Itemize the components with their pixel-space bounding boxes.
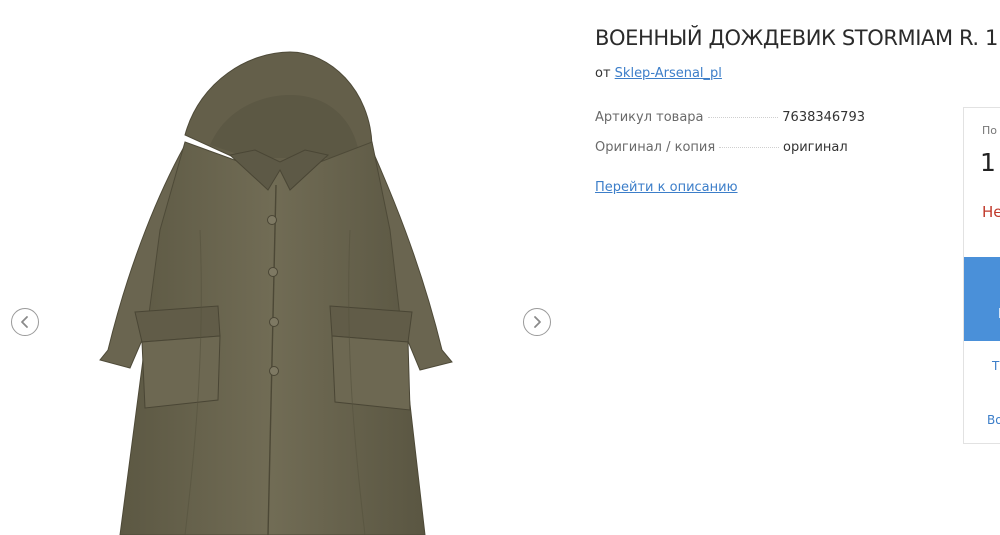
product-image[interactable] xyxy=(90,50,470,535)
spec-dots xyxy=(719,147,779,148)
product-title: ВОЕННЫЙ ДОЖДЕВИК STORMIAM R. 1 xyxy=(595,26,998,50)
product-gallery xyxy=(0,0,560,535)
seller-line: от Sklep-Arsenal_pl xyxy=(595,66,722,81)
spec-row-article: Артикул товара 7638346793 xyxy=(595,110,865,125)
seller-prefix: от xyxy=(595,66,611,81)
seller-link[interactable]: Sklep-Arsenal_pl xyxy=(615,66,722,81)
buybox-link-1[interactable]: Т xyxy=(992,359,999,373)
spec-row-original: Оригинал / копия оригинал xyxy=(595,140,865,155)
gallery-next-button[interactable] xyxy=(523,308,551,336)
product-page: ВОЕННЫЙ ДОЖДЕВИК STORMIAM R. 1 от Sklep-… xyxy=(0,0,1000,535)
chevron-right-icon xyxy=(534,316,541,328)
spec-dots xyxy=(707,117,779,118)
buybox-action-button[interactable]: Г xyxy=(964,257,1000,341)
spec-label: Оригинал / копия xyxy=(595,140,716,155)
buybox-status: Не xyxy=(982,203,1000,221)
gallery-prev-button[interactable] xyxy=(11,308,39,336)
chevron-left-icon xyxy=(21,316,28,328)
spec-value: 7638346793 xyxy=(782,110,865,125)
spec-label: Артикул товара xyxy=(595,110,704,125)
buy-box: По 1 Не Г Т Во xyxy=(963,107,1000,444)
buybox-label: По xyxy=(982,124,998,137)
buybox-link-2[interactable]: Во xyxy=(987,413,1000,427)
spec-value: оригинал xyxy=(783,140,848,155)
go-to-description-link[interactable]: Перейти к описанию xyxy=(595,180,738,195)
buybox-price: 1 xyxy=(980,148,996,177)
